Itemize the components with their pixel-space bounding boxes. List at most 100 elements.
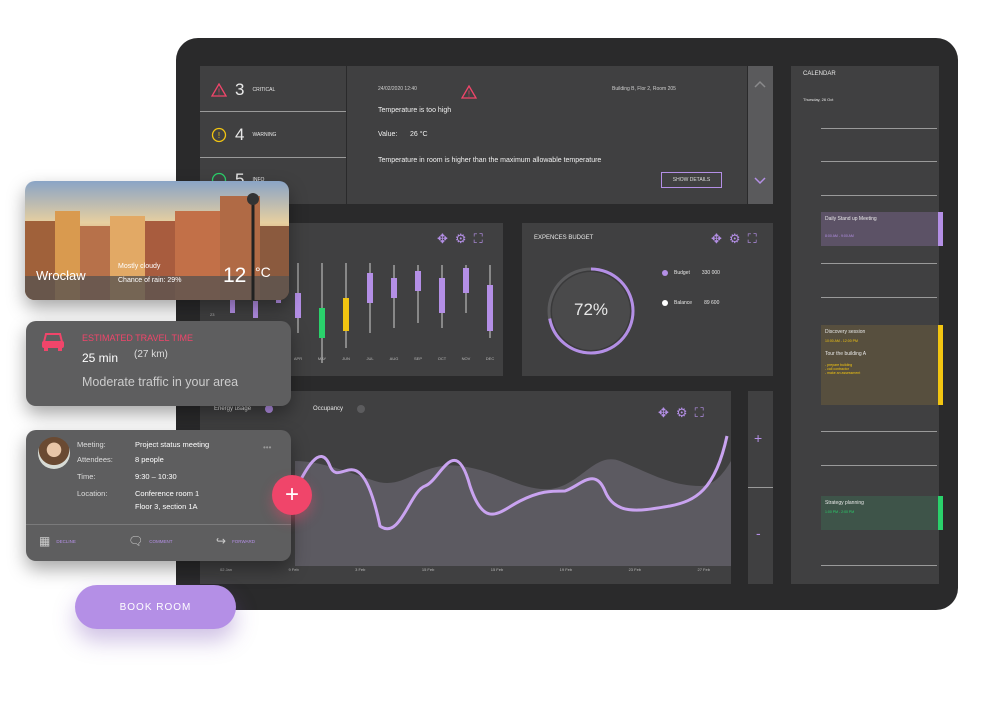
budget-dot: [662, 270, 668, 276]
balance-label: Balance: [674, 300, 693, 306]
candle: [463, 268, 469, 293]
event-title: Daily Stand up Meeting: [825, 216, 877, 222]
budget-legend-budget: Budget 330 000: [662, 270, 720, 276]
warning-count: 4: [235, 125, 245, 144]
candle: [367, 273, 373, 303]
candle: [439, 278, 445, 313]
balance-dot: [662, 300, 668, 306]
attendees-label: Attendees:: [77, 455, 113, 464]
month-label: JUN: [342, 356, 350, 361]
book-room-button[interactable]: BOOK ROOM: [75, 585, 236, 629]
alert-value: 26 °C: [410, 131, 428, 138]
calendar-event[interactable]: Strategy planning 1:00 PM - 2:00 PM: [821, 496, 943, 530]
month-label: APR: [294, 356, 302, 361]
alert-critical-row[interactable]: ! 3 CRITICAL: [211, 80, 275, 100]
candle: [230, 298, 235, 313]
alert-warning-icon: !: [461, 85, 477, 99]
candle: [343, 298, 349, 331]
budget-controls: ✥ ⚙ ⛶: [711, 231, 757, 247]
comment-button[interactable]: 🗨 COMMENT: [128, 534, 172, 548]
comment-label: COMMENT: [149, 538, 173, 544]
decline-button[interactable]: ▦ DECLINE: [39, 534, 76, 548]
calendar-event[interactable]: Daily Stand up Meeting 8:00 AM - 9:00 AM: [821, 212, 943, 246]
meeting-card[interactable]: ••• Meeting: Project status meeting Atte…: [26, 430, 291, 561]
gear-icon[interactable]: ⚙: [729, 231, 741, 247]
alert-description: Temperature in room is higher than the m…: [378, 157, 602, 164]
event-subtitle: Tour the building A: [825, 351, 867, 357]
candle: [295, 293, 301, 318]
warning-circle-icon: !: [211, 127, 227, 143]
avatar: [38, 437, 70, 469]
car-icon: [42, 333, 64, 351]
weather-card[interactable]: Wrocław Mostly cloudy Chance of rain: 29…: [25, 181, 289, 300]
calendar-event[interactable]: Discovery session 10:00 AM - 12:00 PM To…: [821, 325, 943, 405]
more-icon[interactable]: •••: [263, 443, 271, 452]
expand-icon[interactable]: ⛶: [748, 231, 757, 247]
travel-title: ESTIMATED TRAVEL TIME: [82, 333, 194, 343]
event-title: Strategy planning: [825, 500, 864, 506]
x-tick: 27 Feb: [697, 567, 710, 572]
event-time: 10:00 AM - 12:00 PM: [825, 339, 858, 343]
month-label: OCT: [438, 356, 447, 361]
forward-icon: ↪: [216, 534, 227, 548]
budget-label: Budget: [674, 270, 690, 276]
meeting-value: Project status meeting: [135, 440, 210, 449]
critical-label: CRITICAL: [252, 87, 276, 93]
location-value-secondary: Floor 3, section 1A: [135, 502, 198, 511]
svg-text:!: !: [468, 90, 470, 99]
comment-icon: 🗨: [128, 534, 144, 548]
x-tick: 9 Feb: [288, 567, 299, 572]
show-details-button[interactable]: SHOW DETAILS: [661, 172, 722, 188]
candle: [319, 308, 325, 338]
zoom-out-button[interactable]: -: [756, 525, 761, 541]
weather-rain: Chance of rain: 29%: [118, 277, 182, 284]
attendees-value: 8 people: [135, 455, 164, 464]
alert-datetime: 24/02/2020 12:40: [378, 86, 417, 92]
travel-card[interactable]: ESTIMATED TRAVEL TIME 25 min (27 km) Mod…: [26, 321, 291, 406]
x-tick: 3 Feb: [355, 567, 366, 572]
critical-count: 3: [235, 80, 245, 99]
month-label: NOV: [462, 356, 471, 361]
svg-text:!: !: [218, 131, 220, 140]
month-label: MAY: [318, 356, 327, 361]
budget-title: EXPENCES BUDGET: [534, 235, 594, 241]
budget-value: 330 000: [701, 270, 720, 276]
travel-time: 25 min: [82, 351, 119, 365]
month-label: SEP: [414, 356, 422, 361]
chevron-down-icon[interactable]: [753, 173, 767, 185]
location-value: Conference room 1: [135, 489, 200, 498]
alert-warning-row[interactable]: ! 4 WARNING: [211, 125, 276, 145]
zoom-in-button[interactable]: +: [754, 430, 762, 446]
time-value: 9:30 – 10:30: [135, 472, 177, 481]
add-button[interactable]: +: [272, 475, 312, 515]
x-tick: 15 Feb: [421, 567, 435, 572]
forward-label: FORWARD: [232, 538, 256, 544]
energy-x-axis: 02 Jan 9 Feb 3 Feb 15 Feb 15 Feb 19 Feb …: [220, 567, 710, 572]
weather-unit: °C: [255, 264, 271, 280]
x-tick: 02 Jan: [220, 567, 233, 572]
x-tick: 19 Feb: [559, 567, 573, 572]
travel-distance: (27 km): [134, 349, 168, 360]
warning-label: WARNING: [252, 132, 277, 138]
month-label: JUL: [366, 356, 374, 361]
event-title: Discovery session: [825, 329, 866, 335]
chevron-up-icon[interactable]: [753, 76, 767, 88]
alert-title: Temperature is too high: [378, 107, 452, 114]
event-time: 1:00 PM - 2:00 PM: [825, 510, 855, 514]
alert-location: Building B, Flor 2, Room 205: [612, 86, 676, 92]
traffic-status: Moderate traffic in your area: [82, 375, 239, 389]
weather-temp: 12: [223, 264, 247, 287]
svg-text:!: !: [218, 88, 220, 97]
candle: [391, 278, 397, 298]
candle: [487, 285, 493, 331]
forward-button[interactable]: ↪ FORWARD: [216, 534, 255, 548]
month-label: AUG: [390, 356, 399, 361]
candle: [253, 301, 258, 318]
meeting-divider: [26, 524, 291, 525]
move-icon[interactable]: ✥: [711, 231, 722, 247]
decline-icon: ▦: [39, 534, 51, 548]
decline-label: DECLINE: [56, 538, 76, 544]
critical-warning-icon: !: [211, 83, 227, 97]
budget-legend-balance: Balance 89 600: [662, 300, 719, 306]
calendar-date: Thursday, 26 Oct: [803, 97, 834, 102]
